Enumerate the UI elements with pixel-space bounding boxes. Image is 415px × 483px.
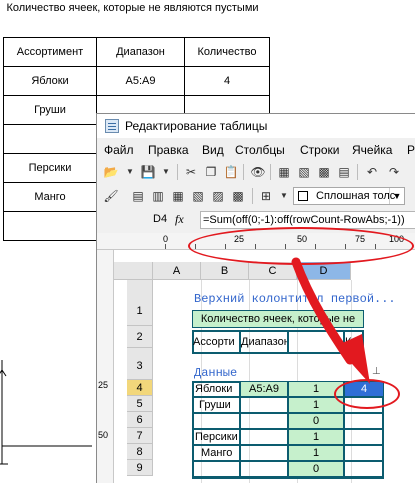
red-arrow-icon (291, 257, 370, 384)
